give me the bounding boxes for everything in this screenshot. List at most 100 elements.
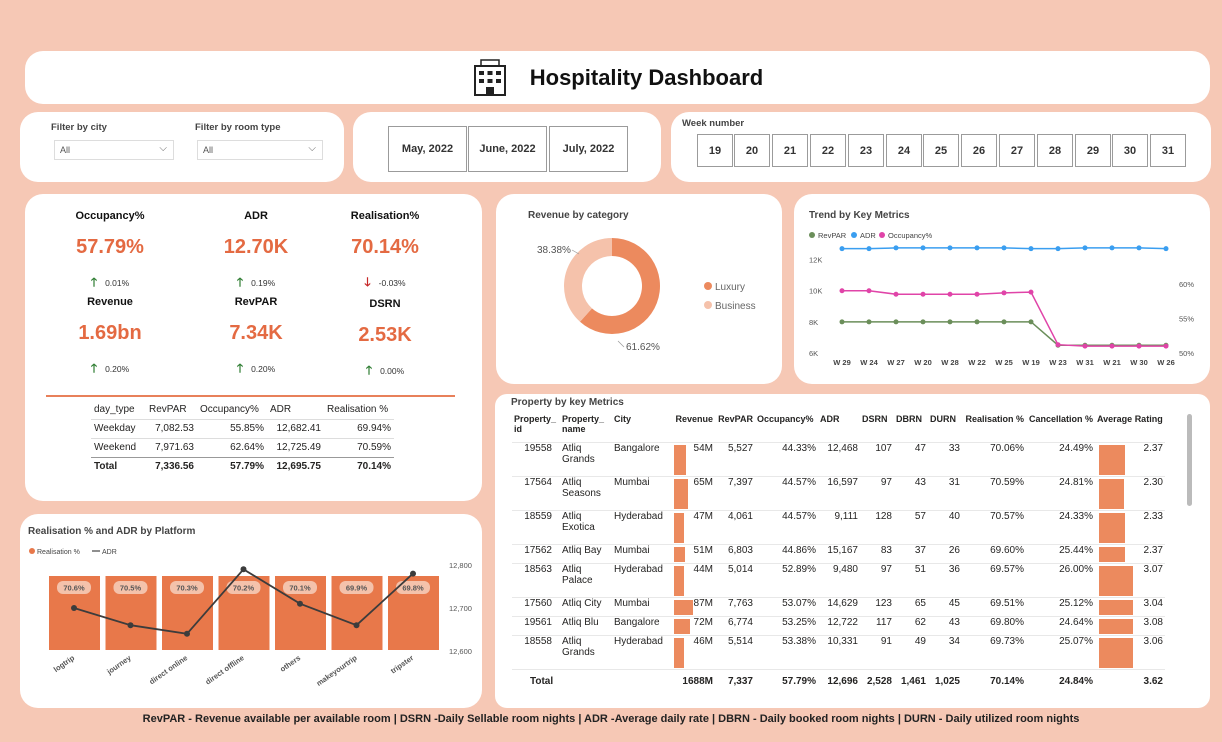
col-header[interactable]: Cancellation % bbox=[1026, 412, 1095, 442]
table-row[interactable]: 18559 Atliq Exotica Hyderabad 47M 4,061 44.57… bbox=[512, 509, 1165, 544]
month-button-june[interactable]: June, 2022 bbox=[468, 126, 547, 172]
col-header[interactable]: DBRN bbox=[894, 412, 928, 442]
data-point[interactable] bbox=[866, 288, 872, 294]
week-button-19[interactable]: 19 bbox=[697, 134, 733, 167]
week-button-20[interactable]: 20 bbox=[734, 134, 770, 167]
table-row[interactable]: 17564 Atliq Seasons Mumbai 65M 7,397 44.57% 16… bbox=[512, 475, 1165, 510]
table-row[interactable]: 17562 Atliq Bay Mumbai 51M 6,803 44.86% 15,167… bbox=[512, 543, 1165, 563]
week-button-25[interactable]: 25 bbox=[923, 134, 959, 167]
adr-point[interactable] bbox=[410, 570, 416, 577]
adr-point[interactable] bbox=[353, 622, 360, 629]
table-row[interactable]: 19561 Atliq Blu Bangalore 72M 6,774 53.25% 12,… bbox=[512, 615, 1165, 635]
data-point[interactable] bbox=[1055, 342, 1061, 348]
week-button-21[interactable]: 21 bbox=[772, 134, 808, 167]
bar-label: 69.8% bbox=[402, 584, 424, 593]
cell: 70.14% bbox=[962, 668, 1026, 693]
data-point[interactable] bbox=[1109, 245, 1115, 251]
revenue-value: 47M bbox=[693, 510, 713, 522]
cell-name: Atliq Grands bbox=[560, 441, 612, 476]
data-point[interactable] bbox=[920, 245, 926, 251]
adr-point[interactable] bbox=[184, 630, 190, 637]
room-filter-dropdown[interactable]: All ⌵ bbox=[197, 140, 323, 160]
data-point[interactable] bbox=[1028, 246, 1034, 252]
col-header[interactable]: Realisation % bbox=[962, 412, 1026, 442]
cell-realisation: 69.60% bbox=[962, 543, 1026, 563]
week-button-31[interactable]: 31 bbox=[1150, 134, 1186, 167]
data-point[interactable] bbox=[974, 291, 980, 297]
data-point[interactable] bbox=[1028, 319, 1034, 325]
data-point[interactable] bbox=[839, 319, 845, 325]
data-point[interactable] bbox=[1109, 343, 1115, 349]
table-row[interactable]: 17560 Atliq City Mumbai 87M 7,763 53.07% 14,62… bbox=[512, 596, 1165, 616]
week-button-24[interactable]: 24 bbox=[886, 134, 922, 167]
week-button-28[interactable]: 28 bbox=[1037, 134, 1073, 167]
data-point[interactable] bbox=[893, 245, 899, 251]
data-point[interactable] bbox=[1163, 343, 1169, 349]
adr-point[interactable] bbox=[297, 600, 303, 607]
data-point[interactable] bbox=[1055, 246, 1061, 252]
month-button-july[interactable]: July, 2022 bbox=[549, 126, 628, 172]
table-row[interactable]: 18563 Atliq Palace Hyderabad 44M 5,014 52.89%… bbox=[512, 562, 1165, 597]
col-header[interactable]: Revenue bbox=[672, 412, 715, 442]
donut-slice-business[interactable] bbox=[564, 238, 612, 322]
cell-occupancy: 44.57% bbox=[755, 475, 818, 510]
legend-label: Business bbox=[715, 301, 756, 312]
data-point[interactable] bbox=[893, 319, 899, 325]
data-point[interactable] bbox=[866, 319, 872, 325]
month-button-may[interactable]: May, 2022 bbox=[388, 126, 467, 172]
cell-dbrn: 51 bbox=[894, 562, 928, 597]
data-point[interactable] bbox=[1001, 290, 1007, 296]
x-tick: W 19 bbox=[1022, 358, 1040, 367]
data-point[interactable] bbox=[920, 291, 926, 297]
week-button-22[interactable]: 22 bbox=[810, 134, 846, 167]
data-point[interactable] bbox=[947, 245, 953, 251]
col-header[interactable]: Property_ id bbox=[512, 412, 560, 442]
data-point[interactable] bbox=[1028, 289, 1034, 295]
daytype-table: day_type RevPAR Occupancy% ADR Realisati… bbox=[91, 400, 394, 476]
data-point[interactable] bbox=[866, 246, 872, 252]
col-header: Realisation % bbox=[327, 403, 389, 415]
col-header[interactable]: DURN bbox=[928, 412, 962, 442]
week-button-30[interactable]: 30 bbox=[1112, 134, 1148, 167]
data-point[interactable] bbox=[839, 246, 845, 252]
col-header[interactable]: Average Rating bbox=[1095, 412, 1165, 442]
data-point[interactable] bbox=[974, 319, 980, 325]
data-point[interactable] bbox=[947, 319, 953, 325]
data-point[interactable] bbox=[1136, 343, 1142, 349]
cell-dsrn: 128 bbox=[860, 509, 894, 544]
data-point[interactable] bbox=[1136, 245, 1142, 251]
week-button-27[interactable]: 27 bbox=[999, 134, 1035, 167]
rating-bar bbox=[1099, 599, 1133, 615]
cell: 2,528 bbox=[860, 668, 894, 693]
adr-point[interactable] bbox=[127, 622, 134, 629]
adr-point[interactable] bbox=[240, 566, 247, 573]
adr-point[interactable] bbox=[71, 605, 77, 611]
data-point[interactable] bbox=[1082, 245, 1088, 251]
data-point[interactable] bbox=[839, 288, 845, 294]
data-point[interactable] bbox=[974, 245, 980, 251]
table-row[interactable]: 19558 Atliq Grands Bangalore 54M 5,527 44.33%… bbox=[512, 441, 1165, 476]
y-tick-right: 50% bbox=[1179, 349, 1194, 358]
col-header[interactable]: RevPAR bbox=[715, 412, 755, 442]
data-point[interactable] bbox=[1001, 319, 1007, 325]
col-header[interactable]: City bbox=[612, 412, 672, 442]
col-header[interactable]: DSRN bbox=[860, 412, 894, 442]
data-point[interactable] bbox=[920, 319, 926, 325]
week-button-29[interactable]: 29 bbox=[1075, 134, 1111, 167]
cell-durn: 45 bbox=[928, 596, 962, 616]
table-row[interactable]: 18558 Atliq Grands Hyderabad 46M 5,514 53.38%… bbox=[512, 634, 1165, 669]
data-point[interactable] bbox=[947, 291, 953, 297]
data-point[interactable] bbox=[893, 291, 899, 297]
legend-label: ADR bbox=[102, 549, 117, 556]
data-point[interactable] bbox=[1163, 246, 1169, 252]
col-header[interactable]: Property_ name bbox=[560, 412, 612, 442]
table-scrollbar[interactable] bbox=[1187, 414, 1192, 506]
col-header[interactable]: ADR bbox=[818, 412, 860, 442]
city-filter-dropdown[interactable]: All ⌵ bbox=[54, 140, 174, 160]
x-tick: W 24 bbox=[860, 358, 878, 367]
data-point[interactable] bbox=[1001, 245, 1007, 251]
data-point[interactable] bbox=[1082, 343, 1088, 349]
week-button-26[interactable]: 26 bbox=[961, 134, 997, 167]
col-header[interactable]: Occupancy% bbox=[755, 412, 818, 442]
week-button-23[interactable]: 23 bbox=[848, 134, 884, 167]
